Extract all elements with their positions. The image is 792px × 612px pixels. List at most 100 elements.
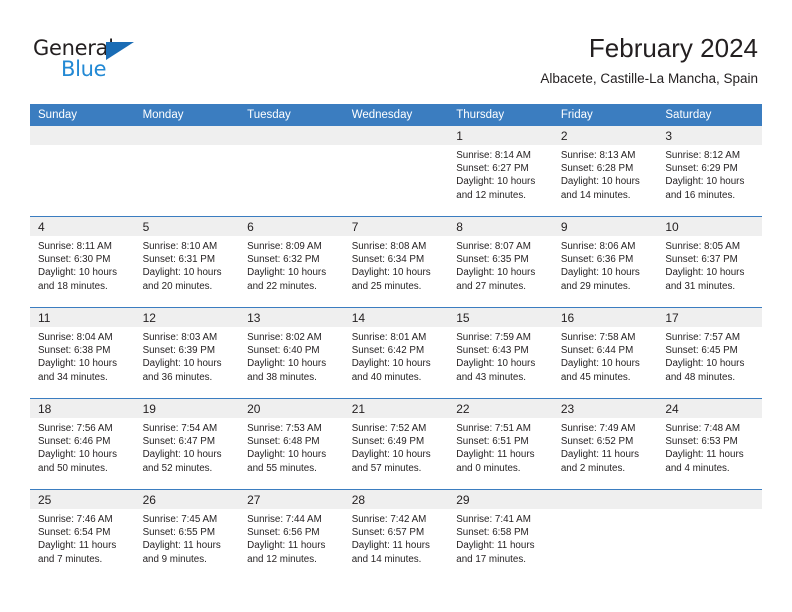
day-cell[interactable] xyxy=(239,126,344,217)
general-blue-logo[interactable]: General Blue xyxy=(33,38,153,84)
daylight-text-line2: and 12 minutes. xyxy=(247,553,317,565)
day-cell[interactable]: 13 Sunrise: 8:02 AM Sunset: 6:40 PM Dayligh… xyxy=(239,307,344,399)
day-cell[interactable]: 9 Sunrise: 8:06 AM Sunset: 6:36 PM Daylight… xyxy=(552,216,658,308)
sunset-text: Sunset: 6:31 PM xyxy=(142,254,215,266)
daylight-text-line2: and 22 minutes. xyxy=(247,280,317,292)
daylight-text-line1: Daylight: 10 hours xyxy=(247,267,327,279)
daylight-text-line1: Daylight: 11 hours xyxy=(38,540,117,552)
daylight-text-line2: and 27 minutes. xyxy=(456,280,526,292)
day-number xyxy=(657,490,762,509)
sunrise-text: Sunrise: 7:54 AM xyxy=(142,423,218,434)
daylight-text-line1: Daylight: 10 hours xyxy=(665,267,745,279)
sunrise-text: Sunrise: 8:06 AM xyxy=(560,241,636,252)
day-cell[interactable]: 23 Sunrise: 7:49 AM Sunset: 6:52 PM Dayligh… xyxy=(552,398,658,490)
day-number xyxy=(134,126,240,145)
sunset-text: Sunset: 6:40 PM xyxy=(247,345,320,357)
day-cell[interactable]: 12 Sunrise: 8:03 AM Sunset: 6:39 PM Dayligh… xyxy=(134,307,240,399)
day-number: 10 xyxy=(657,217,762,236)
day-cell[interactable]: 17 Sunrise: 7:57 AM Sunset: 6:45 PM Dayligh… xyxy=(657,307,762,399)
day-number: 25 xyxy=(30,490,135,509)
daylight-text-line2: and 2 minutes. xyxy=(560,462,626,474)
day-cell[interactable]: 2 Sunrise: 8:13 AM Sunset: 6:28 PM Daylight… xyxy=(552,126,658,217)
day-cell[interactable]: 5 Sunrise: 8:10 AM Sunset: 6:31 PM Daylight… xyxy=(134,216,240,308)
calendar-week-row: 4 Sunrise: 8:11 AM Sunset: 6:30 PM Daylight… xyxy=(30,216,762,308)
weekday-header-thursday: Thursday xyxy=(448,104,553,126)
day-cell[interactable] xyxy=(657,489,762,580)
day-cell[interactable]: 28 Sunrise: 7:42 AM Sunset: 6:57 PM Dayligh… xyxy=(343,489,449,580)
daylight-text-line1: Daylight: 11 hours xyxy=(665,449,744,461)
sunset-text: Sunset: 6:29 PM xyxy=(665,163,738,175)
daylight-text-line2: and 25 minutes. xyxy=(351,280,422,292)
sunrise-text: Sunrise: 7:46 AM xyxy=(38,514,113,525)
weekday-header-tuesday: Tuesday xyxy=(239,104,344,126)
sunset-text: Sunset: 6:57 PM xyxy=(351,527,425,539)
sunrise-text: Sunrise: 7:58 AM xyxy=(560,332,636,343)
day-cell[interactable] xyxy=(343,126,449,217)
day-number: 21 xyxy=(343,399,449,418)
title-block: February 2024 Albacete, Castille-La Manc… xyxy=(540,33,758,86)
day-cell[interactable]: 20 Sunrise: 7:53 AM Sunset: 6:48 PM Dayligh… xyxy=(239,398,344,490)
day-cell[interactable]: 4 Sunrise: 8:11 AM Sunset: 6:30 PM Daylight… xyxy=(30,216,135,308)
day-cell[interactable]: 10 Sunrise: 8:05 AM Sunset: 6:37 PM Dayligh… xyxy=(657,216,762,308)
day-cell[interactable]: 1 Sunrise: 8:14 AM Sunset: 6:27 PM Daylight… xyxy=(448,126,553,217)
daylight-text-line2: and 45 minutes. xyxy=(560,371,631,383)
day-cell[interactable]: 29 Sunrise: 7:41 AM Sunset: 6:58 PM Dayligh… xyxy=(448,489,553,580)
sunset-text: Sunset: 6:56 PM xyxy=(247,527,320,539)
sunset-text: Sunset: 6:48 PM xyxy=(247,436,320,448)
day-number: 29 xyxy=(448,490,553,509)
sunrise-text: Sunrise: 7:48 AM xyxy=(665,423,740,434)
sunrise-text: Sunrise: 8:04 AM xyxy=(38,332,113,343)
day-cell[interactable]: 22 Sunrise: 7:51 AM Sunset: 6:51 PM Dayligh… xyxy=(448,398,553,490)
daylight-text-line2: and 14 minutes. xyxy=(560,189,631,201)
daylight-text-line1: Daylight: 10 hours xyxy=(142,449,222,461)
day-number: 17 xyxy=(657,308,762,327)
day-cell[interactable]: 11 Sunrise: 8:04 AM Sunset: 6:38 PM Dayligh… xyxy=(30,307,135,399)
sunset-text: Sunset: 6:55 PM xyxy=(142,527,215,539)
daylight-text-line1: Daylight: 10 hours xyxy=(38,358,117,370)
day-cell[interactable]: 21 Sunrise: 7:52 AM Sunset: 6:49 PM Dayligh… xyxy=(343,398,449,490)
sunset-text: Sunset: 6:30 PM xyxy=(38,254,111,266)
sunrise-text: Sunrise: 8:05 AM xyxy=(665,241,740,252)
sunset-text: Sunset: 6:27 PM xyxy=(456,163,529,175)
sunrise-text: Sunrise: 8:13 AM xyxy=(560,150,636,161)
daylight-text-line2: and 7 minutes. xyxy=(38,553,103,565)
daylight-text-line2: and 29 minutes. xyxy=(560,280,631,292)
daylight-text-line2: and 12 minutes. xyxy=(456,189,526,201)
day-number xyxy=(552,490,658,509)
day-cell[interactable]: 25 Sunrise: 7:46 AM Sunset: 6:54 PM Dayligh… xyxy=(30,489,135,580)
day-cell[interactable]: 6 Sunrise: 8:09 AM Sunset: 6:32 PM Daylight… xyxy=(239,216,344,308)
day-cell[interactable]: 7 Sunrise: 8:08 AM Sunset: 6:34 PM Daylight… xyxy=(343,216,449,308)
day-cell[interactable]: 16 Sunrise: 7:58 AM Sunset: 6:44 PM Dayligh… xyxy=(552,307,658,399)
calendar-table: Sunday Monday Tuesday Wednesday Thursday… xyxy=(30,104,762,580)
sunset-text: Sunset: 6:35 PM xyxy=(456,254,529,266)
day-cell[interactable]: 18 Sunrise: 7:56 AM Sunset: 6:46 PM Dayligh… xyxy=(30,398,135,490)
sunset-text: Sunset: 6:43 PM xyxy=(456,345,529,357)
day-cell[interactable] xyxy=(552,489,658,580)
daylight-text-line2: and 52 minutes. xyxy=(142,462,213,474)
day-number: 12 xyxy=(134,308,240,327)
sunset-text: Sunset: 6:42 PM xyxy=(351,345,425,357)
sunset-text: Sunset: 6:34 PM xyxy=(351,254,425,266)
day-cell[interactable]: 15 Sunrise: 7:59 AM Sunset: 6:43 PM Dayligh… xyxy=(448,307,553,399)
daylight-text-line2: and 36 minutes. xyxy=(142,371,213,383)
day-cell[interactable] xyxy=(134,126,240,217)
day-cell[interactable]: 24 Sunrise: 7:48 AM Sunset: 6:53 PM Dayligh… xyxy=(657,398,762,490)
day-cell[interactable]: 19 Sunrise: 7:54 AM Sunset: 6:47 PM Dayligh… xyxy=(134,398,240,490)
daylight-text-line2: and 16 minutes. xyxy=(665,189,736,201)
day-cell[interactable]: 8 Sunrise: 8:07 AM Sunset: 6:35 PM Daylight… xyxy=(448,216,553,308)
day-cell[interactable]: 3 Sunrise: 8:12 AM Sunset: 6:29 PM Daylight… xyxy=(657,126,762,217)
day-number: 28 xyxy=(343,490,449,509)
daylight-text-line1: Daylight: 11 hours xyxy=(351,540,430,552)
day-cell[interactable]: 14 Sunrise: 8:01 AM Sunset: 6:42 PM Dayligh… xyxy=(343,307,449,399)
day-cell[interactable]: 27 Sunrise: 7:44 AM Sunset: 6:56 PM Dayligh… xyxy=(239,489,344,580)
day-number: 3 xyxy=(657,126,762,145)
day-cell[interactable] xyxy=(30,126,135,217)
daylight-text-line1: Daylight: 10 hours xyxy=(247,449,327,461)
sunset-text: Sunset: 6:32 PM xyxy=(247,254,320,266)
sunrise-text: Sunrise: 8:09 AM xyxy=(247,241,322,252)
daylight-text-line2: and 18 minutes. xyxy=(38,280,108,292)
daylight-text-line1: Daylight: 10 hours xyxy=(351,267,431,279)
day-cell[interactable]: 26 Sunrise: 7:45 AM Sunset: 6:55 PM Dayligh… xyxy=(134,489,240,580)
daylight-text-line1: Daylight: 10 hours xyxy=(560,176,640,188)
calendar-header-row: Sunday Monday Tuesday Wednesday Thursday… xyxy=(30,104,762,126)
